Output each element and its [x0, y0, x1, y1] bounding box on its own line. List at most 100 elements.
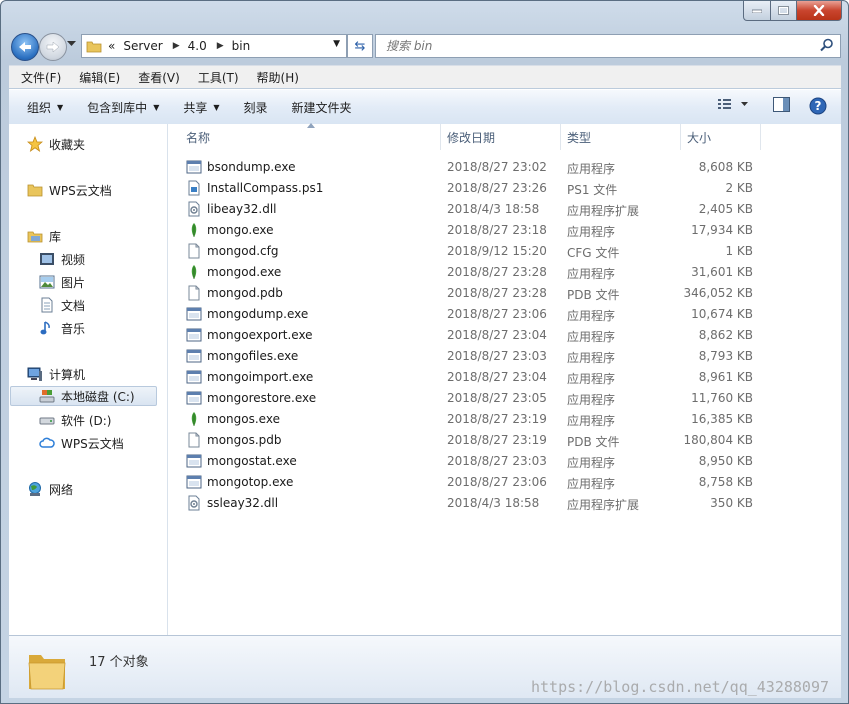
menu-file[interactable]: 文件(F): [15, 69, 67, 86]
maximize-icon: [778, 6, 789, 15]
file-name: mongos.pdb: [207, 433, 282, 447]
share-button[interactable]: 共享 ▼: [177, 99, 225, 116]
file-name: mongo.exe: [207, 223, 274, 237]
table-row[interactable]: mongofiles.exe 2018/8/27 23:03 应用程序 8,793 K…: [169, 346, 841, 367]
table-row[interactable]: mongod.pdb 2018/8/27 23:28 PDB 文件 346,052 K…: [169, 283, 841, 304]
nav-favorites[interactable]: 收藏夹: [27, 134, 85, 154]
nav-computer[interactable]: 计算机: [27, 364, 85, 384]
forward-button[interactable]: [39, 33, 67, 61]
nav-favorites-label: 收藏夹: [49, 137, 86, 152]
breadcrumb-bin[interactable]: bin: [232, 39, 251, 53]
file-date: 2018/4/3 18:58: [447, 496, 540, 510]
nav-documents-label: 文档: [61, 298, 86, 313]
nav-libraries[interactable]: 库: [27, 226, 61, 246]
window-controls: [743, 1, 842, 21]
menu-tools[interactable]: 工具(T): [192, 69, 245, 86]
column-divider[interactable]: [680, 124, 681, 150]
nav-computer-label: 计算机: [49, 367, 86, 382]
exe-window-icon: [186, 453, 202, 469]
breadcrumb-server[interactable]: Server: [123, 39, 162, 53]
help-button[interactable]: ?: [809, 97, 827, 118]
search-box[interactable]: [375, 34, 841, 58]
table-row[interactable]: mongos.exe 2018/8/27 23:19 应用程序 16,385 KB: [169, 409, 841, 430]
blank-file-icon: [186, 285, 202, 301]
table-row[interactable]: mongod.cfg 2018/9/12 15:20 CFG 文件 1 KB: [169, 241, 841, 262]
nav-video[interactable]: 视频: [39, 249, 85, 269]
recent-pages-dropdown-icon[interactable]: [67, 41, 76, 47]
table-row[interactable]: mongotop.exe 2018/8/27 23:06 应用程序 8,758 KB: [169, 472, 841, 493]
breadcrumb-overflow[interactable]: «: [108, 39, 115, 53]
column-header: 名称 修改日期 类型 大小: [169, 123, 841, 150]
column-name[interactable]: 名称: [186, 129, 210, 146]
preview-pane-button[interactable]: [773, 97, 790, 115]
table-row[interactable]: mongostat.exe 2018/8/27 23:03 应用程序 8,950 KB: [169, 451, 841, 472]
address-dropdown-icon[interactable]: ▼: [333, 39, 340, 49]
table-row[interactable]: mongorestore.exe 2018/8/27 23:05 应用程序 11,76…: [169, 388, 841, 409]
search-input[interactable]: [384, 38, 808, 54]
computer-icon: [27, 366, 43, 382]
item-count: 17 个对象: [89, 655, 149, 670]
table-row[interactable]: mongo.exe 2018/8/27 23:18 应用程序 17,934 KB: [169, 220, 841, 241]
nav-pictures[interactable]: 图片: [39, 272, 85, 292]
column-size[interactable]: 大小: [687, 129, 711, 146]
nav-wps-cloud[interactable]: WPS云文档: [39, 433, 124, 453]
include-in-library-button[interactable]: 包含到库中 ▼: [81, 99, 165, 116]
breadcrumb[interactable]: « Server ▶ 4.0 ▶ bin ▼: [81, 34, 347, 58]
search-icon[interactable]: [820, 38, 834, 52]
column-divider[interactable]: [560, 124, 561, 150]
column-date[interactable]: 修改日期: [447, 129, 495, 146]
back-button[interactable]: [11, 33, 39, 61]
file-name: mongorestore.exe: [207, 391, 317, 405]
burn-button[interactable]: 刻录: [238, 99, 274, 116]
table-row[interactable]: mongoexport.exe 2018/8/27 23:04 应用程序 8,862 …: [169, 325, 841, 346]
details-view-icon: [718, 99, 748, 109]
column-divider[interactable]: [760, 124, 761, 150]
table-row[interactable]: libeay32.dll 2018/4/3 18:58 应用程序扩展 2,405 KB: [169, 199, 841, 220]
menu-view[interactable]: 查看(V): [132, 69, 186, 86]
nav-local-disk-label: 本地磁盘 (C:): [61, 389, 135, 404]
minimize-button[interactable]: [743, 1, 771, 21]
blank-file-icon: [186, 243, 202, 259]
table-row[interactable]: mongos.pdb 2018/8/27 23:19 PDB 文件 180,804 K…: [169, 430, 841, 451]
table-row[interactable]: bsondump.exe 2018/8/27 23:02 应用程序 8,608 KB: [169, 157, 841, 178]
folder-icon: [27, 182, 43, 198]
new-folder-button[interactable]: 新建文件夹: [286, 99, 358, 116]
nav-software-disk-d[interactable]: 软件 (D:): [39, 410, 111, 430]
file-size: 10,674 KB: [691, 307, 753, 321]
document-icon: [39, 297, 55, 313]
nav-local-disk-c[interactable]: 本地磁盘 (C:): [10, 386, 157, 406]
chevron-right-icon[interactable]: ▶: [217, 41, 224, 51]
file-size: 8,758 KB: [698, 475, 753, 489]
column-divider[interactable]: [440, 124, 441, 150]
maximize-button[interactable]: [771, 1, 797, 21]
file-date: 2018/8/27 23:19: [447, 433, 547, 447]
breadcrumb-version[interactable]: 4.0: [188, 39, 207, 53]
nav-wps-doc[interactable]: WPS云文档: [27, 180, 112, 200]
table-row[interactable]: mongodump.exe 2018/8/27 23:06 应用程序 10,674 K…: [169, 304, 841, 325]
menu-edit[interactable]: 编辑(E): [73, 69, 126, 86]
table-row[interactable]: ssleay32.dll 2018/4/3 18:58 应用程序扩展 350 KB: [169, 493, 841, 514]
column-type[interactable]: 类型: [567, 129, 591, 146]
watermark-text: https://blog.csdn.net/qq_43288097: [530, 678, 829, 696]
file-type: PDB 文件: [567, 288, 620, 302]
nav-documents[interactable]: 文档: [39, 295, 85, 315]
refresh-button[interactable]: ⇆: [347, 34, 373, 58]
file-type: 应用程序: [567, 393, 616, 407]
nav-music-label: 音乐: [61, 321, 86, 336]
organize-label: 组织: [27, 100, 52, 115]
mongo-leaf-icon: [186, 222, 202, 238]
chevron-right-icon[interactable]: ▶: [173, 41, 180, 51]
include-library-label: 包含到库中: [87, 100, 148, 115]
organize-button[interactable]: 组织 ▼: [21, 99, 69, 116]
table-row[interactable]: mongod.exe 2018/8/27 23:28 应用程序 31,601 KB: [169, 262, 841, 283]
table-row[interactable]: mongoimport.exe 2018/8/27 23:04 应用程序 8,961 …: [169, 367, 841, 388]
menu-help[interactable]: 帮助(H): [251, 69, 305, 86]
nav-music[interactable]: 音乐: [39, 318, 85, 338]
nav-network[interactable]: 网络: [27, 479, 73, 499]
close-button[interactable]: [797, 1, 842, 21]
script-file-icon: [186, 180, 202, 196]
table-row[interactable]: InstallCompass.ps1 2018/8/27 23:26 PS1 文件 2…: [169, 178, 841, 199]
sort-ascending-icon: [307, 123, 315, 128]
navigation-pane: 收藏夹 WPS云文档 库 视频 图片 文档 音乐 计算机 本地磁盘 (C:) 软…: [9, 124, 168, 635]
view-options-button[interactable]: [717, 97, 749, 114]
